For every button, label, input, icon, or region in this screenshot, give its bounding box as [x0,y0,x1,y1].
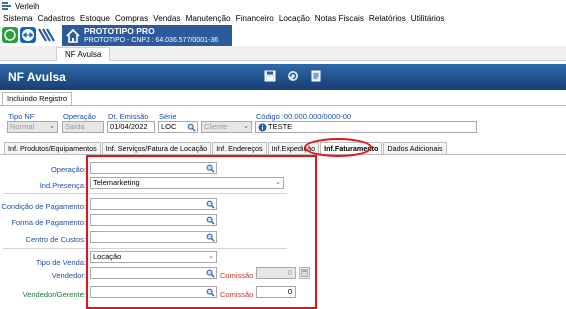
condicao-pagamento-label: Condição de Pagamento: [1,202,86,211]
menu-compras[interactable]: Compras [115,14,148,23]
save-icon[interactable] [264,70,276,82]
info-tabs: Inf. Produtos/Equipamentos Inf. Serviços… [4,142,448,154]
codigo-field[interactable]: TESTE [255,121,477,133]
vendedor-gerente-label: Vendedor/Gerente: [22,290,86,299]
company-name: PROTOTIPO PRO [84,25,155,36]
window-title: Verleih [15,1,40,11]
menu-relatorios[interactable]: Relatórios [369,14,406,23]
toolbar: PROTOTIPO PRO PROTOTIPO - CNPJ : 64.036.… [0,25,566,46]
company-banner: PROTOTIPO PRO PROTOTIPO - CNPJ : 64.036.… [62,25,232,46]
codigo-label: Código :00.000.000/0000-00 [256,112,352,121]
teamviewer-icon[interactable] [20,27,36,43]
tipo-nf-select[interactable]: Normal ⌄ [7,121,58,133]
operacao-top-field[interactable]: Saída [62,121,104,133]
tab-produtos[interactable]: Inf. Produtos/Equipamentos [4,142,101,154]
chevron-down-icon: ⌄ [49,123,55,130]
menu-utilitarios[interactable]: Utilitários [411,14,445,23]
vendedor-label: Vendedor: [51,271,86,280]
document-icon[interactable] [310,70,322,82]
cliente-select[interactable]: Cliente ⌄ [201,121,252,133]
form-header: NF Avulsa [0,64,566,90]
title-bar: Verleih [0,0,566,12]
info-icon [258,123,267,132]
menu-notas-fiscais[interactable]: Notas Fiscais [315,14,364,23]
page-title: NF Avulsa [8,70,66,84]
menu-cadastros[interactable]: Cadastros [38,14,75,23]
menu-locacao[interactable]: Locação [279,14,310,23]
menu-estoque[interactable]: Estoque [80,14,110,23]
forma-pagamento-label: Forma de Pagamento: [11,218,86,227]
serie-label: Série [159,112,177,121]
app-icon [2,2,12,10]
ind-presenca-label: Ind.Presença: [39,181,86,190]
stripes-logo-icon [38,27,58,43]
tab-nf-avulsa[interactable]: NF Avulsa [56,47,111,61]
tipo-venda-label: Tipo de Venda: [35,258,86,267]
menu-vendas[interactable]: Vendas [153,14,180,23]
tab-dados-adicionais[interactable]: Dados Adicionais [383,142,447,154]
undo-icon[interactable] [287,70,299,82]
operacao-top-label: Operação [63,112,96,121]
menu-bar: Sistema Cadastros Estoque Compras Vendas… [0,12,566,25]
chevron-down-icon: ⌄ [243,123,249,130]
tab-servicos[interactable]: Inf. Serviços/Fatura de Locação [101,142,212,154]
menu-sistema[interactable]: Sistema [3,14,33,23]
operacao-label: Operação: [50,165,86,174]
tab-enderecos[interactable]: Inf. Endereços [212,142,267,154]
serie-field[interactable]: LOC [158,121,198,133]
home-icon [62,25,84,46]
tipo-nf-label: Tipo NF [8,112,35,121]
dt-emissao-label: Dt. Emissão [108,112,149,121]
search-icon[interactable] [187,123,196,132]
status-tab: Incluindo Registro [2,92,73,105]
highlight-box [86,155,317,309]
whatsapp-icon[interactable] [2,27,18,43]
document-tabs: NF Avulsa [0,46,566,61]
company-cnpj: PROTOTIPO - CNPJ : 64.036.577/0001-36 [84,36,219,44]
menu-manutencao[interactable]: Manutenção [186,14,231,23]
menu-financeiro[interactable]: Financeiro [236,14,274,23]
centro-custos-label: Centro de Custos: [25,235,86,244]
dt-emissao-field[interactable]: 01/04/2022 [107,121,155,133]
